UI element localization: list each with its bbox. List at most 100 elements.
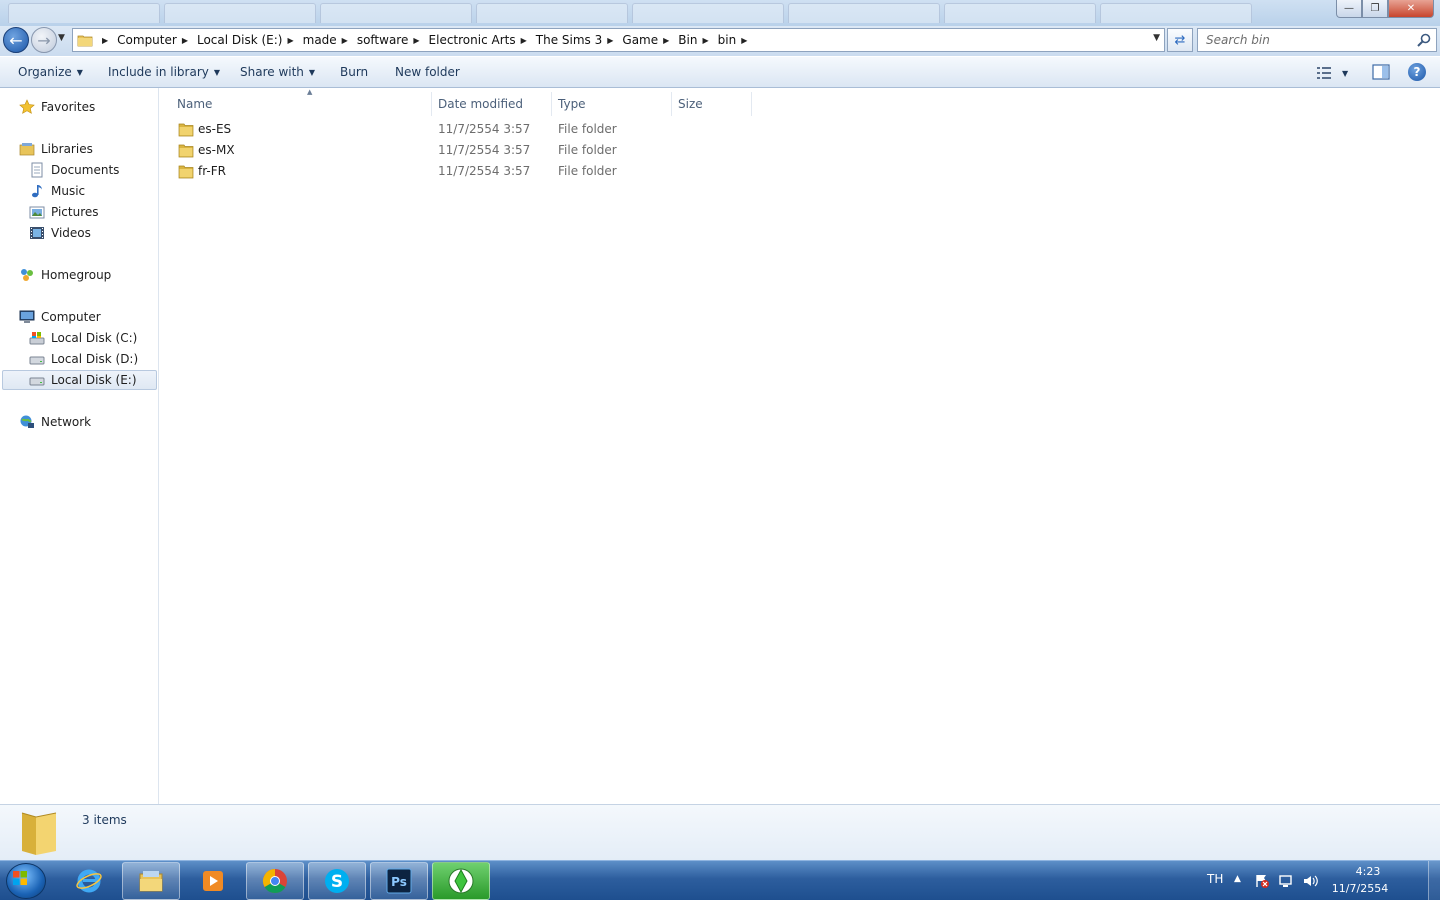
show-hidden-icons-icon[interactable]: ▲ — [1234, 874, 1241, 884]
breadcrumb-software[interactable]: software — [357, 33, 409, 47]
file-row[interactable]: fr-FR 11/7/2554 3:57 File folder — [174, 162, 754, 182]
change-view-button[interactable]: ▼ — [1316, 64, 1356, 82]
help-button[interactable]: ? — [1408, 63, 1426, 81]
search-input[interactable] — [1198, 29, 1408, 51]
breadcrumb-separator-icon[interactable]: ▶ — [287, 36, 293, 45]
background-tab[interactable] — [8, 3, 160, 23]
include-in-library-button[interactable]: Include in library ▼ — [108, 65, 220, 79]
chevron-down-icon: ▼ — [308, 68, 316, 77]
background-tab[interactable] — [944, 3, 1096, 23]
column-header-date-modified[interactable]: Date modified — [432, 92, 552, 116]
maximize-button[interactable]: ❐ — [1362, 0, 1388, 18]
forward-button[interactable]: → — [31, 27, 57, 53]
breadcrumb-separator-icon[interactable]: ▶ — [342, 36, 348, 45]
address-history-dropdown[interactable]: ▼ — [1153, 33, 1160, 43]
back-button[interactable]: ← — [3, 27, 29, 53]
file-row[interactable]: es-MX 11/7/2554 3:57 File folder — [174, 141, 754, 161]
background-tab[interactable] — [1100, 3, 1252, 23]
minimize-button[interactable]: — — [1336, 0, 1362, 18]
share-with-button[interactable]: Share with ▼ — [240, 65, 315, 79]
breadcrumb-electronic-arts[interactable]: Electronic Arts — [429, 33, 516, 47]
nav-local-disk-e[interactable]: Local Disk (E:) — [2, 370, 157, 390]
show-desktop-button[interactable] — [1428, 861, 1440, 900]
pictures-icon — [29, 206, 45, 219]
windows-logo-icon — [13, 871, 27, 885]
column-header-size[interactable]: Size — [672, 92, 752, 116]
breadcrumb-separator-icon[interactable]: ▶ — [182, 36, 188, 45]
background-tab[interactable] — [476, 3, 628, 23]
address-row: ← → ▼ ▶ Computer ▶ Local Disk (E:) ▶ mad… — [0, 26, 1440, 56]
svg-text:Ps: Ps — [391, 875, 407, 889]
nav-homegroup[interactable]: Homegroup — [19, 265, 111, 285]
address-bar[interactable]: ▶ Computer ▶ Local Disk (E:) ▶ made ▶ so… — [72, 28, 1165, 52]
nav-libraries[interactable]: Libraries — [19, 139, 93, 159]
breadcrumb-separator-icon[interactable]: ▶ — [607, 36, 613, 45]
nav-computer[interactable]: Computer — [19, 307, 101, 327]
burn-button[interactable]: Burn — [340, 65, 368, 79]
file-row[interactable]: es-ES 11/7/2554 3:57 File folder — [174, 120, 754, 140]
breadcrumb-separator-icon[interactable]: ▶ — [102, 36, 108, 45]
close-icon: ✕ — [1406, 3, 1416, 14]
breadcrumb-separator-icon[interactable]: ▶ — [521, 36, 527, 45]
nav-documents[interactable]: Documents — [29, 160, 119, 180]
nav-local-disk-c[interactable]: Local Disk (C:) — [29, 328, 137, 348]
nav-local-disk-c-label: Local Disk (C:) — [51, 331, 138, 345]
column-type-label: Type — [558, 97, 586, 111]
breadcrumb-the-sims-3[interactable]: The Sims 3 — [536, 33, 602, 47]
breadcrumb-game[interactable]: Game — [622, 33, 658, 47]
background-tab[interactable] — [788, 3, 940, 23]
nav-local-disk-d[interactable]: Local Disk (D:) — [29, 349, 138, 369]
taskbar-sims3[interactable] — [432, 862, 490, 900]
preview-pane-icon[interactable] — [1372, 64, 1390, 80]
taskbar-skype[interactable]: S — [308, 862, 366, 900]
column-header-name[interactable]: Name ▲ — [171, 88, 432, 116]
breadcrumb-separator-icon[interactable]: ▶ — [741, 36, 747, 45]
svg-text:S: S — [331, 872, 343, 892]
chrome-icon — [262, 869, 287, 894]
file-list: Name ▲ Date modified Type Size es-ES 11/… — [160, 88, 1440, 804]
chevron-down-icon[interactable]: ▼ — [1342, 69, 1348, 78]
search-box — [1197, 28, 1437, 52]
taskbar-internet-explorer[interactable] — [60, 862, 118, 900]
breadcrumb-bin-parent[interactable]: Bin — [678, 33, 697, 47]
libraries-icon — [19, 143, 35, 156]
nav-videos[interactable]: Videos — [29, 223, 91, 243]
network-status-icon[interactable] — [1278, 873, 1294, 889]
column-date-label: Date modified — [438, 97, 524, 111]
breadcrumb-made[interactable]: made — [303, 33, 337, 47]
clock-time[interactable]: 4:23 — [1340, 865, 1396, 878]
network-icon — [20, 415, 34, 428]
search-icon[interactable] — [1416, 32, 1432, 48]
recent-pages-dropdown[interactable]: ▼ — [58, 33, 65, 43]
volume-icon[interactable] — [1302, 873, 1318, 889]
help-icon: ? — [1413, 65, 1421, 79]
breadcrumb-separator-icon[interactable]: ▶ — [702, 36, 708, 45]
breadcrumb-computer[interactable]: Computer — [117, 33, 177, 47]
column-header-type[interactable]: Type — [552, 92, 672, 116]
breadcrumb-bin[interactable]: bin — [718, 33, 737, 47]
new-folder-button[interactable]: New folder — [395, 65, 460, 79]
taskbar-chrome[interactable] — [246, 862, 304, 900]
taskbar-media-player[interactable] — [184, 862, 242, 900]
action-center-flag-icon[interactable] — [1254, 873, 1270, 889]
background-tab[interactable] — [320, 3, 472, 23]
taskbar-photoshop[interactable]: Ps — [370, 862, 428, 900]
breadcrumb-separator-icon[interactable]: ▶ — [413, 36, 419, 45]
background-tab[interactable] — [164, 3, 316, 23]
background-tab[interactable] — [632, 3, 784, 23]
nav-pictures[interactable]: Pictures — [29, 202, 99, 222]
nav-network[interactable]: Network — [19, 412, 91, 432]
forward-arrow-icon: → — [37, 30, 51, 50]
close-button[interactable]: ✕ — [1388, 0, 1434, 18]
clock-date[interactable]: 11/7/2554 — [1322, 882, 1398, 895]
breadcrumb-separator-icon[interactable]: ▶ — [663, 36, 669, 45]
taskbar-windows-explorer[interactable] — [122, 862, 180, 900]
breadcrumb-local-disk-e[interactable]: Local Disk (E:) — [197, 33, 283, 47]
nav-local-disk-d-label: Local Disk (D:) — [51, 352, 139, 366]
refresh-button[interactable]: ⇄ — [1167, 28, 1193, 52]
organize-button[interactable]: Organize ▼ — [18, 65, 83, 79]
language-indicator[interactable]: TH — [1207, 872, 1223, 886]
file-name: fr-FR — [198, 164, 226, 178]
nav-music[interactable]: Music — [29, 181, 85, 201]
nav-favorites[interactable]: Favorites — [19, 97, 95, 117]
